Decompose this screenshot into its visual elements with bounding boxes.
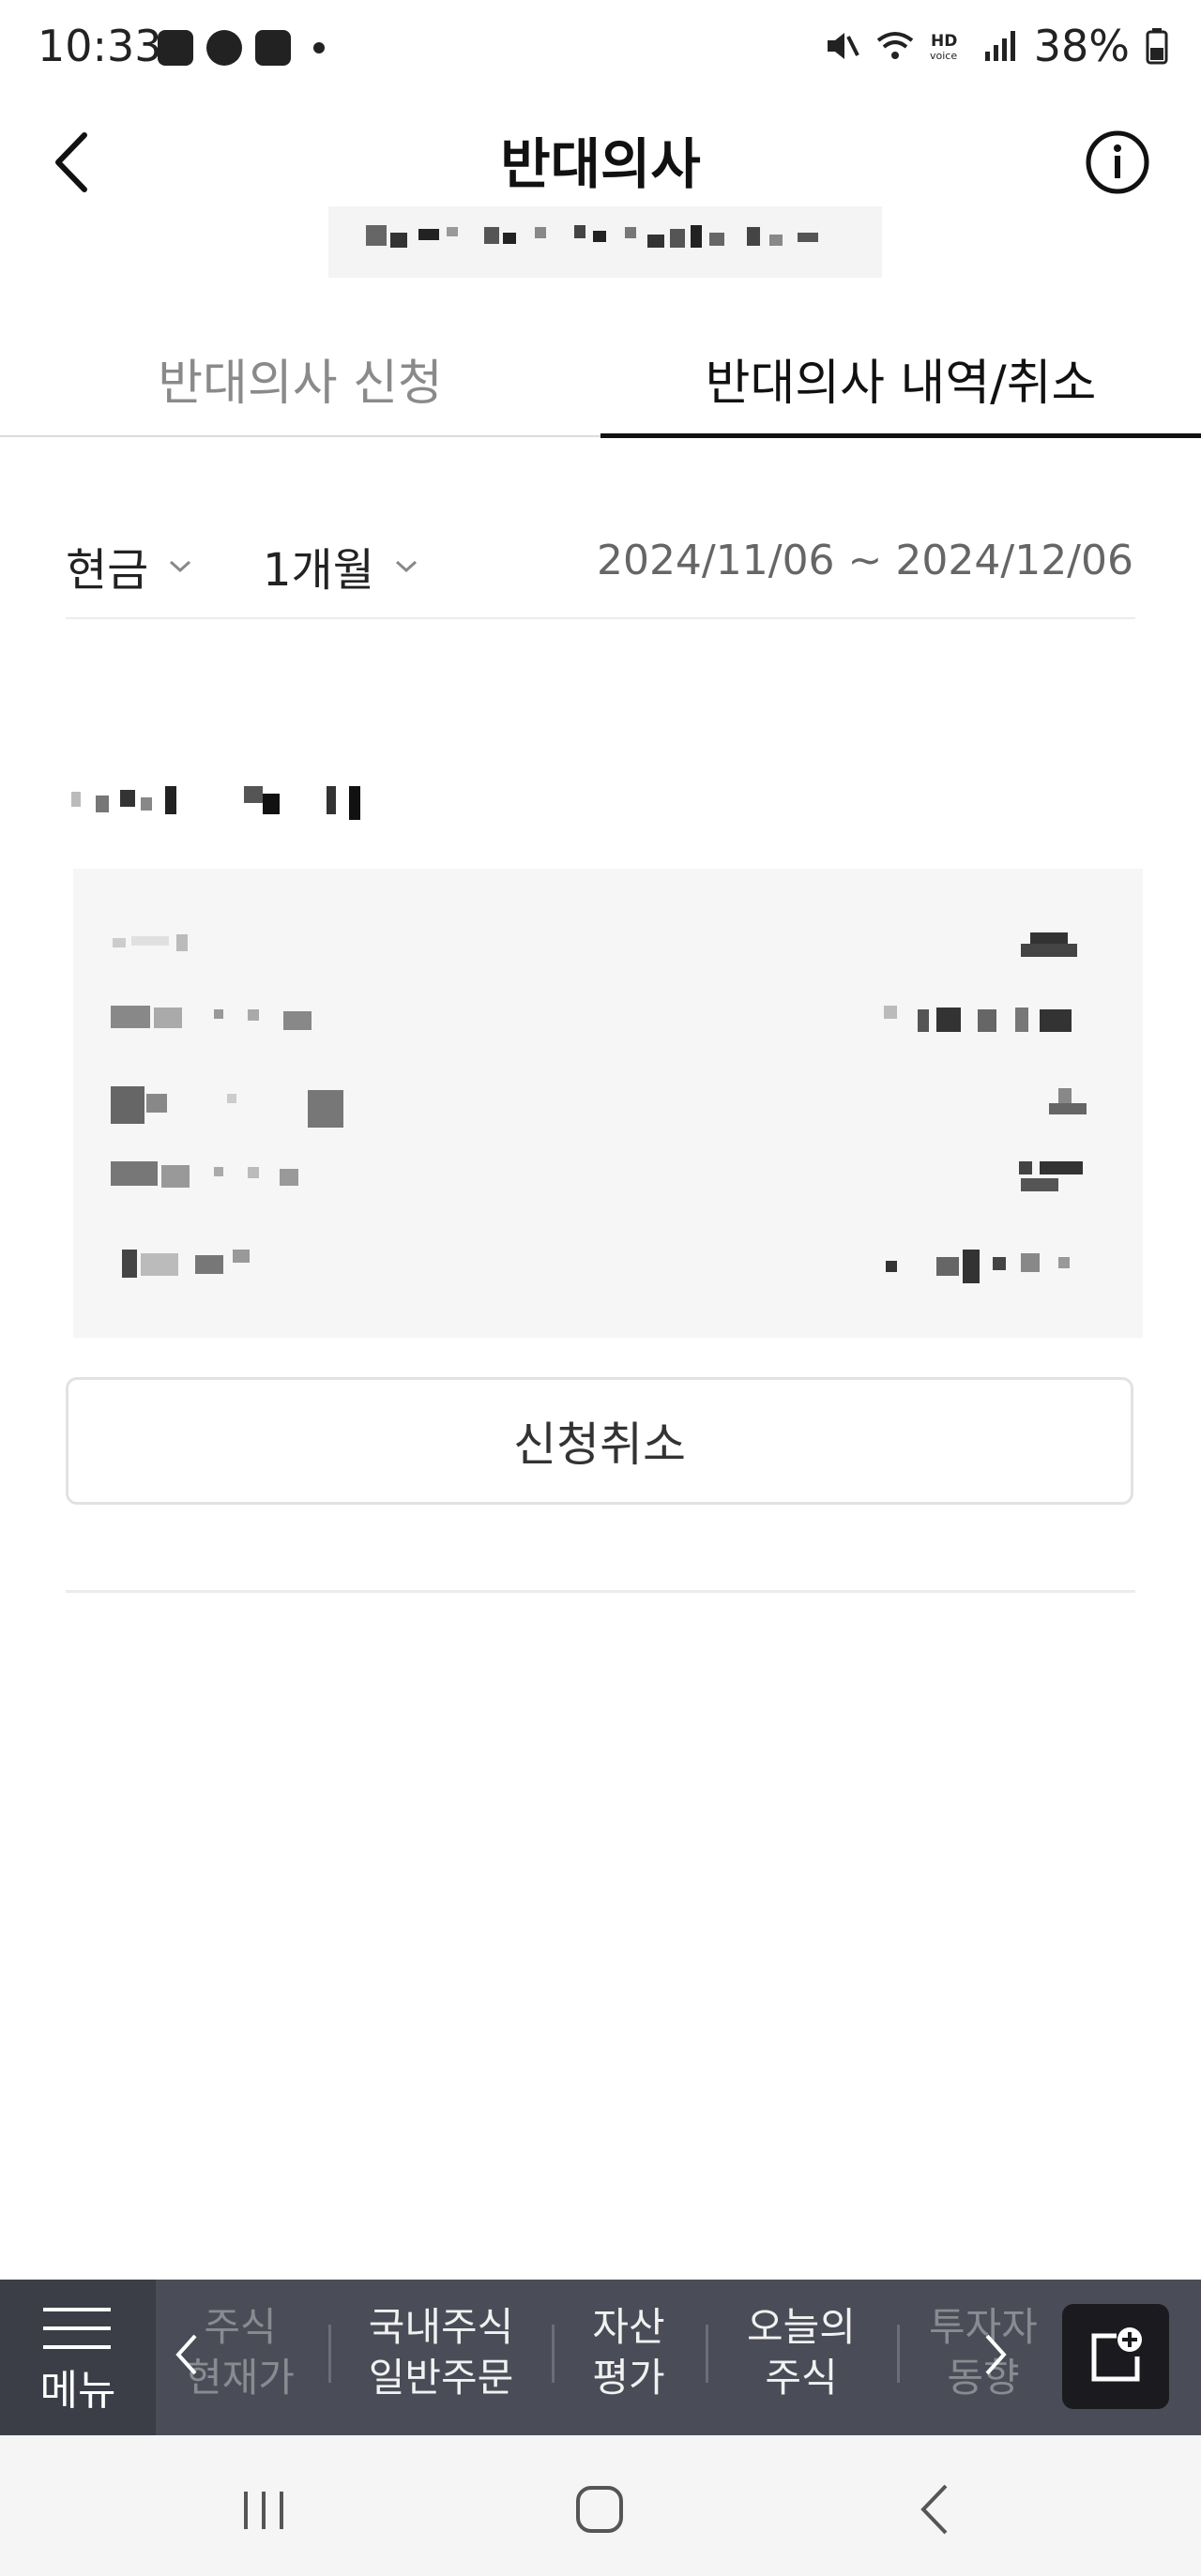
back-nav-icon[interactable] (905, 2477, 970, 2542)
signal-icon (984, 31, 1015, 61)
menu-item-asset-eval[interactable]: 자산 평가 (572, 2302, 685, 2403)
menu-separator (328, 2325, 331, 2383)
type-filter-dropdown[interactable]: 현금 (66, 533, 193, 599)
kakaotalk-icon (206, 30, 242, 66)
battery-icon (1146, 28, 1168, 65)
wifi-icon (876, 32, 913, 59)
add-shortcut-button[interactable] (1062, 2304, 1169, 2409)
tab-active-indicator (600, 433, 1201, 438)
filter-divider (66, 617, 1135, 619)
tab-apply[interactable]: 반대의사 신청 (0, 343, 600, 414)
masked-account-info (328, 206, 882, 278)
masked-stock-name (71, 786, 360, 820)
list-divider (66, 1590, 1135, 1593)
youtube-icon (255, 30, 291, 66)
hd-voice-icon: HDvoice (930, 32, 957, 62)
mute-icon (827, 33, 859, 59)
dot-icon (313, 42, 325, 53)
period-filter-label: 1개월 (263, 544, 374, 597)
status-time: 10:33 (38, 21, 162, 71)
menu-item-stock-price[interactable]: 주식 현재가 (184, 2302, 296, 2403)
menu-label: 메뉴 (39, 2367, 116, 2415)
battery-percent: 38% (1033, 21, 1130, 71)
hamburger-icon[interactable] (43, 2306, 111, 2353)
type-filter-label: 현금 (66, 544, 149, 597)
add-icon (1091, 2327, 1142, 2382)
chevron-down-icon (170, 560, 191, 573)
menu-separator (552, 2325, 555, 2383)
tab-history-cancel[interactable]: 반대의사 내역/취소 (600, 343, 1201, 414)
svg-text:voice: voice (930, 50, 957, 62)
info-button[interactable] (1085, 129, 1150, 195)
svg-text:HD: HD (931, 32, 957, 51)
status-right: HD voice 38% (824, 21, 1169, 71)
period-filter-dropdown[interactable]: 1개월 (263, 533, 419, 599)
chevron-right-icon[interactable] (981, 2332, 1010, 2377)
detail-card (73, 869, 1143, 1338)
recent-apps-icon[interactable] (231, 2477, 296, 2542)
menu-separator (706, 2325, 708, 2383)
menu-item-today-stock[interactable]: 오늘의 주식 (726, 2302, 876, 2403)
masked-detail-rows (111, 932, 1087, 1283)
cancel-application-button[interactable]: 신청취소 (66, 1377, 1133, 1505)
status-left-icons (158, 30, 325, 66)
menu-item-domestic-order[interactable]: 국내주식 일반주문 (347, 2302, 535, 2403)
menu-separator (897, 2325, 900, 2383)
home-icon[interactable] (567, 2477, 632, 2542)
chevron-down-icon (395, 560, 417, 573)
date-range[interactable]: 2024/11/06 ~ 2024/12/06 (597, 537, 1133, 584)
page-title: 반대의사 (500, 132, 701, 196)
gallery-icon (158, 30, 193, 66)
